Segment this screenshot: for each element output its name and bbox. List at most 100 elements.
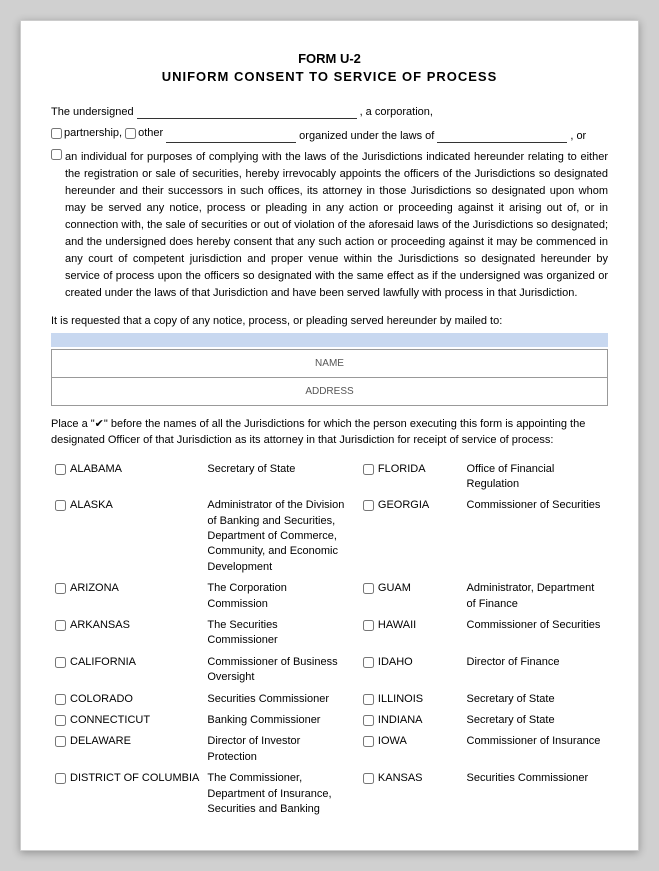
other-checkbox-wrap: other [125,125,163,142]
table-row: COLORADOSecurities CommissionerILLINOISS… [51,689,608,710]
jurisdiction-label: ALASKA [70,498,113,513]
table-row: CONNECTICUTBanking CommissionerINDIANASe… [51,710,608,731]
checkbox-arizona[interactable] [55,583,66,594]
form-page: FORM U-2 UNIFORM CONSENT TO SERVICE OF P… [20,20,639,851]
left-jurisdiction-name: DISTRICT OF COLUMBIA [51,768,203,820]
checkbox-connecticut[interactable] [55,715,66,726]
laws-field[interactable] [437,130,567,143]
partnership-label: partnership, [64,125,122,142]
left-jurisdiction-officer: The Corporation Commission [203,578,349,615]
table-row: DELAWARE Director of Investor Protection I… [51,731,608,768]
intro-text6: , or [570,128,586,145]
right-jurisdiction-name: IOWA [359,731,463,768]
right-jurisdiction-name: GUAM [359,578,463,615]
jurisdiction-label: GUAM [378,581,411,596]
partnership-checkbox[interactable] [51,128,62,139]
left-jurisdiction-officer: Director of Investor Protection [203,731,349,768]
right-jurisdiction-officer: Office of Financial Regulation [463,459,608,496]
left-jurisdiction-name: CALIFORNIA [51,652,203,689]
title-section: FORM U-2 UNIFORM CONSENT TO SERVICE OF P… [51,51,608,84]
right-jurisdiction-officer: Commissioner of Securities [463,495,608,578]
blue-bar [51,333,608,347]
right-jurisdiction-name: FLORIDA [359,459,463,496]
place-instruction: Place a "✔" before the names of all the … [51,416,608,449]
jurisdiction-label: COLORADO [70,692,133,707]
intro-section: The undersigned , a corporation, partner… [51,104,608,303]
undersigned-field[interactable] [137,106,357,119]
name-label: NAME [52,349,608,377]
right-jurisdiction-name: ILLINOIS [359,689,463,710]
left-jurisdiction-name: ALABAMA [51,459,203,496]
form-title: FORM U-2 [51,51,608,66]
jurisdiction-label: DELAWARE [70,734,131,749]
right-jurisdiction-name: INDIANA [359,710,463,731]
jurisdiction-label: ILLINOIS [378,692,423,707]
spacer [349,652,359,689]
spacer [349,689,359,710]
right-jurisdiction-name: IDAHO [359,652,463,689]
jurisdictions-table: ALABAMA Secretary of State FLORIDA Office o… [51,459,608,821]
spacer [349,710,359,731]
jurisdiction-label: DISTRICT OF COLUMBIA [70,771,199,786]
checkbox-indiana[interactable] [363,715,374,726]
spacer [349,495,359,578]
address-row: ADDRESS [52,377,608,405]
jurisdiction-label: ARIZONA [70,581,119,596]
checkbox-illinois[interactable] [363,694,374,705]
left-jurisdiction-officer: The Securities Commissioner [203,615,349,652]
spacer [349,768,359,820]
spacer [349,615,359,652]
table-row: CALIFORNIACommissioner of Business Overs… [51,652,608,689]
jurisdiction-label: CALIFORNIA [70,655,136,670]
jurisdiction-label: IOWA [378,734,407,749]
checkbox-arkansas[interactable] [55,620,66,631]
spacer [349,731,359,768]
individual-checkbox[interactable] [51,149,62,160]
right-jurisdiction-officer: Secretary of State [463,710,608,731]
checkbox-hawaii[interactable] [363,620,374,631]
checkbox-idaho[interactable] [363,657,374,668]
jurisdiction-label: INDIANA [378,713,423,728]
right-jurisdiction-officer: Commissioner of Insurance [463,731,608,768]
spacer [349,459,359,496]
jurisdiction-label: ARKANSAS [70,618,130,633]
table-row: ALABAMA Secretary of State FLORIDA Office o… [51,459,608,496]
right-jurisdiction-officer: Securities Commissioner [463,768,608,820]
other-field[interactable] [166,130,296,143]
checkbox-iowa[interactable] [363,736,374,747]
checkbox-kansas[interactable] [363,773,374,784]
jurisdiction-label: GEORGIA [378,498,429,513]
jurisdiction-label: KANSAS [378,771,423,786]
checkbox-alaska[interactable] [55,500,66,511]
checkbox-district-of-columbia[interactable] [55,773,66,784]
left-jurisdiction-name: ARIZONA [51,578,203,615]
name-address-table: NAME ADDRESS [51,349,608,406]
jurisdiction-label: FLORIDA [378,462,426,477]
right-jurisdiction-officer: Commissioner of Securities [463,615,608,652]
individual-checkbox-wrap [51,149,62,160]
checkbox-florida[interactable] [363,464,374,475]
checkbox-georgia[interactable] [363,500,374,511]
left-jurisdiction-name: DELAWARE [51,731,203,768]
table-row: ARIZONAThe Corporation CommissionGUAMAdm… [51,578,608,615]
left-jurisdiction-name: COLORADO [51,689,203,710]
checkbox-alabama[interactable] [55,464,66,475]
left-jurisdiction-officer: The Commissioner, Department of Insuranc… [203,768,349,820]
right-jurisdiction-officer: Director of Finance [463,652,608,689]
jurisdiction-label: ALABAMA [70,462,122,477]
copy-text: It is requested that a copy of any notic… [51,315,608,327]
left-jurisdiction-officer: Secretary of State [203,459,349,496]
checkbox-delaware[interactable] [55,736,66,747]
table-row: ARKANSAS The Securities Commissioner HAWAI… [51,615,608,652]
left-jurisdiction-name: CONNECTICUT [51,710,203,731]
checkbox-colorado[interactable] [55,694,66,705]
table-row: DISTRICT OF COLUMBIA The Commissioner, De… [51,768,608,820]
checkbox-guam[interactable] [363,583,374,594]
left-jurisdiction-name: ARKANSAS [51,615,203,652]
other-checkbox[interactable] [125,128,136,139]
copy-section: It is requested that a copy of any notic… [51,315,608,327]
jurisdiction-label: HAWAII [378,618,416,633]
body-text: an individual for purposes of complying … [65,149,608,302]
other-label: other [138,125,163,142]
checkbox-california[interactable] [55,657,66,668]
